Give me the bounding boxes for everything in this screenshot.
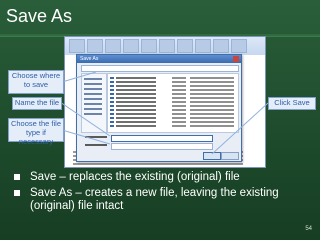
nav-item[interactable] bbox=[84, 78, 102, 80]
save-as-type-label bbox=[85, 144, 107, 146]
close-icon[interactable] bbox=[233, 56, 239, 62]
dialog-title: Save As bbox=[80, 56, 99, 62]
bullet-text: Save – replaces the existing (original) … bbox=[30, 171, 240, 183]
cancel-button[interactable] bbox=[221, 152, 239, 160]
bullet-marker bbox=[14, 174, 20, 180]
navigation-pane[interactable] bbox=[81, 73, 107, 133]
nav-item[interactable] bbox=[84, 93, 102, 95]
ribbon-button bbox=[159, 39, 175, 53]
callout-choose-type: Choose the file type if necessary bbox=[8, 118, 64, 146]
ribbon-button bbox=[69, 39, 85, 53]
ribbon-button bbox=[105, 39, 121, 53]
save-as-type-select[interactable] bbox=[111, 143, 213, 150]
nav-item[interactable] bbox=[84, 103, 102, 105]
save-button[interactable] bbox=[203, 152, 221, 160]
ribbon-button bbox=[141, 39, 157, 53]
slide: Save As Save As Choose where to save Nam… bbox=[0, 0, 320, 240]
dialog-titlebar: Save As bbox=[77, 55, 241, 63]
ribbon-button bbox=[87, 39, 103, 53]
word-ribbon bbox=[65, 37, 265, 55]
address-bar[interactable] bbox=[81, 65, 239, 72]
nav-item[interactable] bbox=[84, 88, 102, 90]
ribbon-button bbox=[123, 39, 139, 53]
file-list[interactable] bbox=[107, 73, 239, 133]
bullet-list: Save – replaces the existing (original) … bbox=[14, 171, 310, 216]
callout-choose-where: Choose where to save bbox=[8, 70, 64, 94]
nav-item[interactable] bbox=[84, 113, 102, 115]
page-number: 54 bbox=[305, 226, 312, 232]
bullet-marker bbox=[14, 190, 20, 196]
callout-click-save: Click Save bbox=[268, 97, 316, 110]
file-name-input[interactable] bbox=[111, 135, 213, 142]
slide-title: Save As bbox=[6, 6, 73, 26]
bullet-text: Save As – creates a new file, leaving th… bbox=[30, 187, 279, 212]
nav-item[interactable] bbox=[84, 83, 102, 85]
ribbon-button bbox=[231, 39, 247, 53]
ribbon-button bbox=[177, 39, 193, 53]
nav-item[interactable] bbox=[84, 98, 102, 100]
document-text-line bbox=[73, 163, 243, 165]
save-as-dialog: Save As bbox=[76, 54, 242, 162]
file-name-label bbox=[85, 136, 107, 138]
callout-name-file: Name the file bbox=[12, 97, 62, 110]
nav-item[interactable] bbox=[84, 108, 102, 110]
bullet-item: Save – replaces the existing (original) … bbox=[14, 171, 310, 184]
ribbon-button bbox=[195, 39, 211, 53]
ribbon-button bbox=[213, 39, 229, 53]
bullet-item: Save As – creates a new file, leaving th… bbox=[14, 187, 310, 213]
